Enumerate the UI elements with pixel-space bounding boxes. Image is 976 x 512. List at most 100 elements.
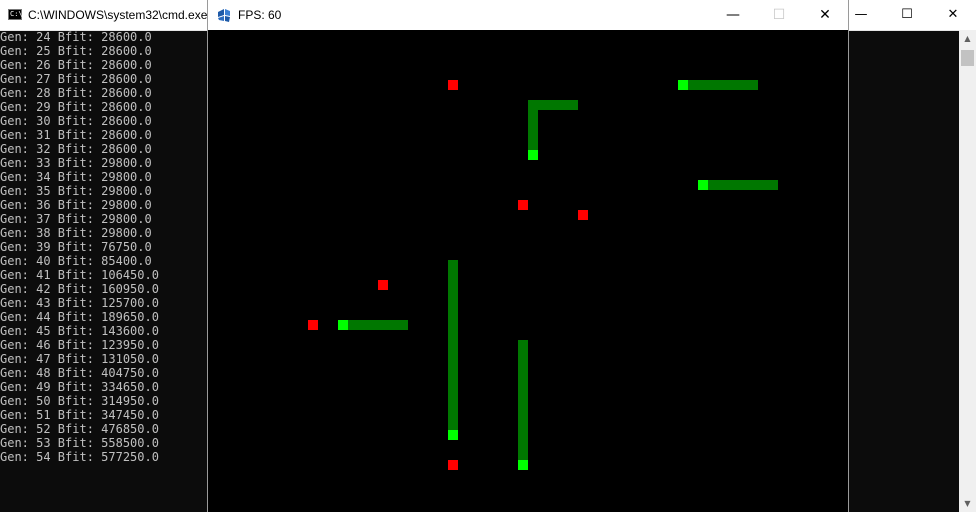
snake-body-segment: [708, 180, 718, 190]
snake-body-segment: [518, 390, 528, 400]
snake-body-segment: [738, 80, 748, 90]
snake-body-segment: [528, 130, 538, 140]
log-line: Gen: 37 Bfit: 29800.0: [0, 212, 152, 226]
game-title-bar[interactable]: FPS: 60 — ☐ ✕: [208, 0, 848, 30]
log-line: Gen: 51 Bfit: 347450.0: [0, 408, 159, 422]
snake-body-segment: [448, 340, 458, 350]
snake-body-segment: [518, 360, 528, 370]
console-maximize-button[interactable]: ☐: [884, 0, 930, 30]
snake-body-segment: [448, 310, 458, 320]
log-line: Gen: 43 Bfit: 125700.0: [0, 296, 159, 310]
snake-body-segment: [748, 180, 758, 190]
snake-body-segment: [518, 340, 528, 350]
snake-body-segment: [688, 80, 698, 90]
log-line: Gen: 50 Bfit: 314950.0: [0, 394, 159, 408]
log-line: Gen: 44 Bfit: 189650.0: [0, 310, 159, 324]
snake-body-segment: [448, 380, 458, 390]
log-line: Gen: 39 Bfit: 76750.0: [0, 240, 152, 254]
snake-body-segment: [528, 110, 538, 120]
food-pellet: [378, 280, 388, 290]
snake-body-segment: [448, 360, 458, 370]
snake-body-segment: [568, 100, 578, 110]
snake-body-segment: [538, 100, 548, 110]
snake-body-segment: [448, 330, 458, 340]
scrollbar-thumb[interactable]: [961, 50, 974, 66]
food-pellet: [448, 80, 458, 90]
console-scrollbar[interactable]: ▲ ▼: [959, 30, 976, 512]
fps-counter: FPS: 60: [238, 8, 282, 22]
snake-body-segment: [768, 180, 778, 190]
game-maximize-button[interactable]: ☐: [756, 0, 802, 30]
log-line: Gen: 27 Bfit: 28600.0: [0, 72, 152, 86]
log-line: Gen: 54 Bfit: 577250.0: [0, 450, 159, 464]
log-line: Gen: 38 Bfit: 29800.0: [0, 226, 152, 240]
food-pellet: [308, 320, 318, 330]
snake-head: [518, 460, 528, 470]
food-pellet: [518, 200, 528, 210]
log-line: Gen: 45 Bfit: 143600.0: [0, 324, 159, 338]
snake-body-segment: [518, 450, 528, 460]
log-line: Gen: 52 Bfit: 476850.0: [0, 422, 159, 436]
snake-head: [448, 430, 458, 440]
snake-body-segment: [448, 420, 458, 430]
console-output: Gen: 24 Bfit: 28600.0 Gen: 25 Bfit: 28600…: [0, 30, 206, 464]
log-line: Gen: 30 Bfit: 28600.0: [0, 114, 152, 128]
log-line: Gen: 33 Bfit: 29800.0: [0, 156, 152, 170]
snake-body-segment: [448, 390, 458, 400]
snake-body-segment: [518, 440, 528, 450]
food-pellet: [448, 460, 458, 470]
scroll-down-arrow-icon[interactable]: ▼: [959, 495, 976, 512]
snake-body-segment: [448, 370, 458, 380]
game-board: [208, 30, 848, 512]
snake-head: [528, 150, 538, 160]
snake-body-segment: [758, 180, 768, 190]
snake-body-segment: [448, 350, 458, 360]
snake-body-segment: [548, 100, 558, 110]
snake-body-segment: [448, 410, 458, 420]
log-line: Gen: 29 Bfit: 28600.0: [0, 100, 152, 114]
log-line: Gen: 26 Bfit: 28600.0: [0, 58, 152, 72]
log-line: Gen: 36 Bfit: 29800.0: [0, 198, 152, 212]
log-line: Gen: 34 Bfit: 29800.0: [0, 170, 152, 184]
snake-body-segment: [518, 430, 528, 440]
snake-body-segment: [718, 180, 728, 190]
game-app-icon: [218, 9, 230, 22]
snake-body-segment: [528, 100, 538, 110]
log-line: Gen: 40 Bfit: 85400.0: [0, 254, 152, 268]
log-line: Gen: 35 Bfit: 29800.0: [0, 184, 152, 198]
snake-body-segment: [748, 80, 758, 90]
log-line: Gen: 42 Bfit: 160950.0: [0, 282, 159, 296]
snake-body-segment: [448, 320, 458, 330]
game-close-button[interactable]: ✕: [802, 0, 848, 30]
snake-body-segment: [518, 420, 528, 430]
game-window: FPS: 60 — ☐ ✕: [207, 0, 849, 512]
snake-body-segment: [518, 380, 528, 390]
snake-body-segment: [518, 410, 528, 420]
log-line: Gen: 32 Bfit: 28600.0: [0, 142, 152, 156]
snake-body-segment: [718, 80, 728, 90]
log-line: Gen: 41 Bfit: 106450.0: [0, 268, 159, 282]
snake-body-segment: [448, 400, 458, 410]
snake-body-segment: [518, 400, 528, 410]
log-line: Gen: 48 Bfit: 404750.0: [0, 366, 159, 380]
log-line: Gen: 25 Bfit: 28600.0: [0, 44, 152, 58]
snake-head: [698, 180, 708, 190]
snake-body-segment: [698, 80, 708, 90]
snake-body-segment: [738, 180, 748, 190]
log-line: Gen: 28 Bfit: 28600.0: [0, 86, 152, 100]
console-title: C:\WINDOWS\system32\cmd.exe: [28, 8, 208, 22]
food-pellet: [578, 210, 588, 220]
log-line: Gen: 46 Bfit: 123950.0: [0, 338, 159, 352]
snake-body-segment: [448, 300, 458, 310]
snake-head: [678, 80, 688, 90]
game-minimize-button[interactable]: —: [710, 0, 756, 30]
scroll-up-arrow-icon[interactable]: ▲: [959, 30, 976, 47]
snake-body-segment: [348, 320, 358, 330]
snake-body-segment: [448, 290, 458, 300]
snake-body-segment: [398, 320, 408, 330]
console-close-button[interactable]: ✕: [930, 0, 976, 30]
snake-body-segment: [388, 320, 398, 330]
snake-body-segment: [528, 120, 538, 130]
snake-head: [338, 320, 348, 330]
snake-body-segment: [368, 320, 378, 330]
